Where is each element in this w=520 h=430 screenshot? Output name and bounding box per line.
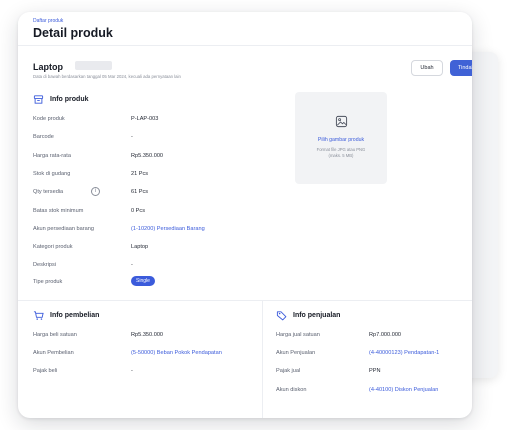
value-harga-rata-rata: Rp5.350.000 [131,153,164,159]
label-harga-beli: Harga beli satuan [33,332,77,338]
value-pajak-beli: - [131,368,133,374]
cart-icon [33,311,44,320]
label-akun-penjualan: Akun Penjualan [276,350,316,356]
label-stok-gudang: Stok di gudang [33,171,71,177]
section-title-info-penjualan: Info penjualan [293,312,341,319]
label-akun-pembelian: Akun Pembelian [33,350,74,356]
page-header: Daftar produk Detail produk [18,12,472,46]
upload-size-hint: (maks. 5 MB) [328,153,354,158]
value-batas-stok: 0 Pcs [131,208,145,214]
value-kode-produk: P-LAP-003 [131,116,159,122]
product-image-upload[interactable]: Pilih gambar produk Format file JPG atau… [295,92,387,184]
label-kategori-produk: Kategori produk [33,244,73,250]
label-akun-diskon: Akun diskon [276,387,307,393]
value-harga-jual: Rp7.000.000 [369,332,402,338]
upload-title[interactable]: Pilih gambar produk [295,137,387,143]
value-barcode: - [131,134,133,140]
column-divider [262,301,263,418]
image-icon [335,115,348,128]
edit-button[interactable]: Ubah [411,60,443,76]
value-qty-tersedia: 61 Pcs [131,189,149,195]
status-badge-tipe-produk: Single [131,276,155,286]
label-deskripsi: Deskripsi [33,262,57,268]
section-title-info-produk: Info produk [50,96,89,103]
label-pajak-beli: Pajak beli [33,368,58,374]
value-harga-beli: Rp5.350.000 [131,332,164,338]
section-divider [18,300,472,301]
value-kategori-produk: Laptop [131,244,149,250]
label-tipe-produk: Tipe produk [33,279,63,285]
label-qty-tersedia: Qty tersedia [33,189,64,195]
label-kode-produk: Kode produk [33,116,65,122]
value-pajak-jual: PPN [369,368,381,374]
label-pajak-jual: Pajak jual [276,368,301,374]
label-barcode: Barcode [33,134,54,140]
product-name: Laptop [33,62,63,72]
label-harga-rata-rata: Harga rata-rata [33,153,71,159]
label-harga-jual: Harga jual satuan [276,332,320,338]
action-menu-button[interactable]: Tindak [450,60,472,76]
redacted-block [75,61,112,70]
link-akun-diskon[interactable]: (4-40100) Diskon Penjualan [369,387,438,393]
value-deskripsi: - [131,262,133,268]
link-akun-persediaan[interactable]: (1-10200) Persediaan Barang [131,226,205,232]
link-akun-penjualan[interactable]: (4-40000123) Pendapatan-1 [369,350,439,356]
upload-hint: Format file JPG atau PNG [316,147,366,152]
label-akun-persediaan: Akun persediaan barang [33,226,94,232]
label-batas-stok: Batas stok minimum [33,208,84,214]
tag-icon [276,311,287,321]
breadcrumb-link[interactable]: Daftar produk [33,18,63,24]
info-icon[interactable]: i [91,187,100,196]
page-title: Detail produk [33,26,113,40]
screen: Daftar produk Detail produk Laptop Data … [0,0,520,430]
link-akun-pembelian[interactable]: (5-50000) Beban Pokok Pendapatan [131,350,222,356]
section-title-info-pembelian: Info pembelian [50,312,100,319]
data-date-note: Data di bawah berdasarkan tanggal 05 Mar… [33,74,181,79]
product-detail-card: Daftar produk Detail produk Laptop Data … [18,12,472,418]
box-icon [33,95,44,104]
value-stok-gudang: 21 Pcs [131,171,149,177]
